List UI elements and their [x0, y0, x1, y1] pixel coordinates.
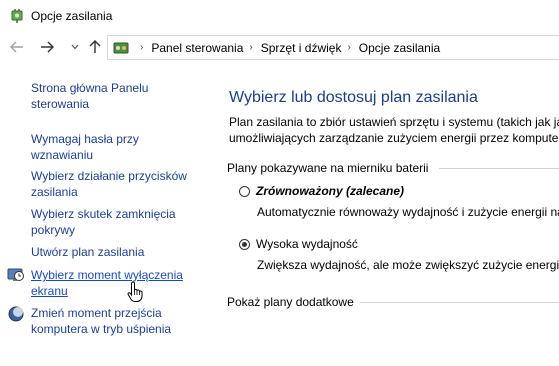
sidebar-item-label: Wymagaj hasła przy — [31, 132, 139, 146]
breadcrumb-hardware-sound[interactable]: Sprzęt i dźwięk — [261, 41, 342, 55]
plan-name: Zrównoważony (zalecane) — [256, 184, 405, 198]
sidebar-item-require-password[interactable]: Wymagaj hasła przy wznawianiu — [31, 131, 209, 163]
moon-icon — [8, 306, 24, 322]
page-title: Wybierz lub dostosuj plan zasilania — [229, 89, 478, 106]
recent-locations-button[interactable] — [66, 38, 84, 56]
chevron-down-icon — [71, 44, 79, 50]
sidebar-item-label: Wybierz skutek zamknięcia — [31, 207, 176, 221]
sidebar-item-label: pokrywy — [31, 223, 76, 237]
breadcrumb-control-panel[interactable]: Panel sterowania — [151, 41, 243, 55]
chevron-right-icon: › — [249, 42, 253, 53]
plan-name: Wysoka wydajność — [256, 237, 358, 251]
power-options-icon — [11, 9, 23, 23]
show-additional-plans[interactable]: Pokaż plany dodatkowe — [227, 295, 354, 309]
navigation-bar: › Panel sterowania › Sprzęt i dźwięk › O… — [0, 31, 559, 64]
sidebar-item-label: Wybierz moment wyłączenia — [31, 268, 183, 282]
sidebar-item-label: wznawianiu — [31, 148, 94, 162]
divider — [439, 168, 559, 169]
breadcrumb-power-options[interactable]: Opcje zasilania — [359, 41, 440, 55]
sidebar-item-label: zasilania — [31, 185, 78, 199]
sidebar-item-label: sterowania — [31, 97, 90, 111]
sidebar-item-label: ekranu — [31, 284, 68, 298]
sidebar-item-power-buttons[interactable]: Wybierz działanie przycisków zasilania — [31, 168, 209, 200]
sidebar-item-label: Strona główna Panelu — [31, 81, 149, 95]
sidebar-item-display-off[interactable]: Wybierz moment wyłączenia ekranu — [31, 267, 209, 299]
description-line: umożliwiających zarządzanie zużyciem ene… — [229, 130, 559, 146]
divider — [360, 302, 559, 303]
arrow-right-icon — [41, 41, 54, 53]
chevron-right-icon: › — [347, 42, 351, 53]
sidebar-item-create-plan[interactable]: Utwórz plan zasilania — [31, 244, 209, 260]
plan-desc: Automatycznie równoważy wydajność i zuży… — [257, 205, 559, 219]
sidebar-item-lid-close[interactable]: Wybierz skutek zamknięcia pokrywy — [31, 206, 209, 238]
control-panel-icon — [113, 42, 129, 53]
hand-cursor-icon — [127, 281, 143, 302]
arrow-up-icon — [89, 40, 101, 53]
chevron-right-icon: › — [140, 42, 144, 53]
plan-high-performance[interactable]: Wysoka wydajność — [239, 237, 358, 251]
radio-balanced[interactable] — [239, 185, 250, 197]
plan-desc: Zwiększa wydajność, ale może zwiększyć z… — [257, 258, 559, 272]
up-button[interactable] — [86, 38, 104, 56]
radio-high-performance[interactable] — [239, 238, 250, 250]
sidebar-item-sleep[interactable]: Zmień moment przejścia komputera w tryb … — [31, 305, 209, 337]
sidebar: Strona główna Panelu sterowania Wymagaj … — [0, 64, 210, 366]
sidebar-item-label: Utwórz plan zasilania — [31, 245, 145, 259]
sidebar-item-control-panel-home[interactable]: Strona główna Panelu sterowania — [31, 80, 209, 112]
sidebar-item-label: Wybierz działanie przycisków — [31, 169, 187, 183]
address-bar[interactable]: › Panel sterowania › Sprzęt i dźwięk › O… — [107, 35, 559, 60]
forward-button[interactable] — [38, 38, 56, 56]
title-bar: Opcje zasilania — [0, 0, 559, 31]
description-line: Plan zasilania to zbiór ustawień sprzętu… — [229, 115, 559, 129]
sidebar-item-label: komputera w tryb uśpienia — [31, 322, 172, 336]
sidebar-item-label: Zmień moment przejścia — [31, 306, 162, 320]
window-title: Opcje zasilania — [31, 9, 113, 23]
group-label: Plany pokazywane na mierniku baterii — [227, 161, 429, 175]
back-button[interactable] — [8, 38, 26, 56]
plan-balanced[interactable]: Zrównoważony (zalecane) — [239, 184, 404, 198]
main-content: Wybierz lub dostosuj plan zasilania Plan… — [210, 64, 559, 366]
plan-description: Plan zasilania to zbiór ustawień sprzętu… — [229, 114, 559, 146]
description-text: umożliwiających zarządzanie zużyciem ene… — [229, 131, 559, 145]
monitor-clock-icon — [7, 268, 24, 281]
arrow-left-icon — [10, 41, 23, 53]
